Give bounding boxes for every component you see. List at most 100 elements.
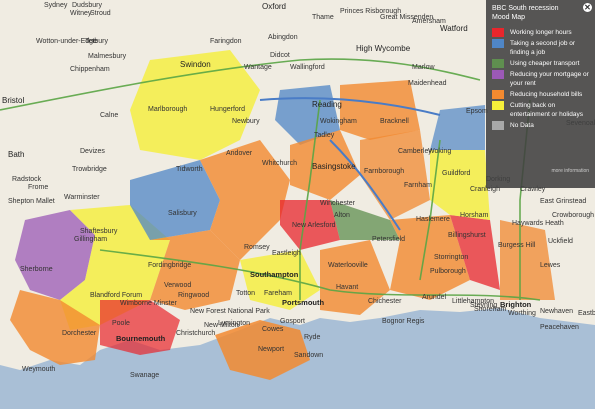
place-label: Faringdon <box>210 38 242 45</box>
legend-panel: ✕ BBC South recession Mood Map Working l… <box>486 0 595 188</box>
place-label: Dorchester <box>62 330 97 337</box>
place-label: Verwood <box>164 282 192 289</box>
place-label: Totton <box>236 290 256 297</box>
place-label: Havant <box>336 284 359 291</box>
place-label: Woking <box>428 148 452 155</box>
place-label: Sandown <box>294 352 324 359</box>
legend-item: Taking a second job or finding a job <box>492 39 589 57</box>
region-wokingham[interactable] <box>340 80 420 140</box>
legend-label: Reducing your mortgage or your rent <box>510 71 589 87</box>
place-label: Haywards Heath <box>512 220 564 227</box>
legend-item: No Data <box>492 121 589 130</box>
place-label: Whitchurch <box>262 160 298 167</box>
place-label: Cowes <box>262 326 284 333</box>
place-label: Farnborough <box>364 168 405 175</box>
place-label: Thame <box>312 14 334 21</box>
legend-swatch <box>492 121 504 130</box>
place-label: Shepton Mallet <box>8 198 55 205</box>
legend-label: Reducing household bills <box>510 91 583 98</box>
place-label: Uckfield <box>548 238 573 245</box>
place-label: Bognor Regis <box>382 318 425 325</box>
place-label: Horsham <box>460 212 489 219</box>
more-info-link[interactable]: more information <box>551 168 589 174</box>
place-label: Weymouth <box>22 366 56 373</box>
place-label: Ryde <box>304 334 321 341</box>
place-label: New Forest National Park <box>190 308 270 315</box>
place-label: Chippenham <box>70 66 110 73</box>
close-icon[interactable]: ✕ <box>583 3 592 12</box>
place-label: Storrington <box>434 254 469 261</box>
legend-label: Using cheaper transport <box>510 60 580 67</box>
legend-item: Using cheaper transport <box>492 59 589 68</box>
legend-swatch <box>492 59 504 68</box>
place-label: Petersfield <box>372 236 406 243</box>
place-label: Steyning <box>470 302 498 309</box>
place-label: Maidenhead <box>408 80 447 87</box>
place-label: Shaftesbury <box>80 228 118 235</box>
place-label: Guildford <box>442 170 471 177</box>
place-label: Calne <box>100 112 119 119</box>
place-label: Bournemouth <box>116 334 166 343</box>
place-label: Chichester <box>368 298 402 305</box>
legend-item: Reducing household bills <box>492 90 589 99</box>
place-label: New Arlesford <box>292 222 336 229</box>
place-label: Brighton <box>500 300 532 309</box>
place-label: Didcot <box>270 52 290 59</box>
place-label: Wimborne Minster <box>120 300 177 307</box>
place-label: Winchester <box>320 200 356 207</box>
place-label: Bristol <box>2 96 25 105</box>
place-label: Witney <box>70 10 92 17</box>
place-label: Portsmouth <box>282 298 325 307</box>
place-label: Gillingham <box>74 236 108 243</box>
place-label: Peacehaven <box>540 324 579 331</box>
place-label: Crowborough <box>552 212 595 219</box>
place-label: Stroud <box>90 10 111 17</box>
place-label: Arundel <box>422 294 447 301</box>
place-label: Reading <box>312 100 342 109</box>
legend-list: Working longer hours Taking a second job … <box>492 28 589 130</box>
place-label: East Grinstead <box>540 198 587 205</box>
place-label: Abingdon <box>268 34 298 41</box>
place-label: Eastbo <box>578 310 595 317</box>
place-label: High Wycombe <box>356 44 411 53</box>
place-label: Wokingham <box>320 118 357 125</box>
legend-label: No Data <box>510 122 534 129</box>
place-label: Bracknell <box>380 118 409 125</box>
place-label: Haslemere <box>416 216 450 223</box>
place-label: Bath <box>8 150 25 159</box>
legend-swatch <box>492 39 504 48</box>
place-label: Salisbury <box>168 210 197 217</box>
legend-label: Working longer hours <box>510 29 572 36</box>
place-label: Frome <box>28 184 49 191</box>
legend-swatch <box>492 101 504 110</box>
place-label: Newhaven <box>540 308 574 315</box>
place-label: Sydney <box>44 2 68 9</box>
place-label: Marlow <box>412 64 435 71</box>
place-label: Newbury <box>232 118 260 125</box>
legend-swatch <box>492 90 504 99</box>
place-label: Dudsbury <box>72 2 102 9</box>
place-label: Swanage <box>130 372 160 379</box>
place-label: Tadley <box>314 132 335 139</box>
place-label: Romsey <box>244 244 270 251</box>
place-label: Marlborough <box>148 106 188 113</box>
legend-item: Working longer hours <box>492 28 589 37</box>
place-label: Basingstoke <box>312 162 356 171</box>
legend-title: BBC South recession Mood Map <box>492 5 559 21</box>
place-label: Gosport <box>280 318 305 325</box>
legend-swatch <box>492 70 504 79</box>
place-label: Malmesbury <box>88 53 127 60</box>
legend-label: Taking a second job or finding a job <box>510 40 576 56</box>
place-label: Wantage <box>244 64 272 71</box>
place-label: Tetbury <box>85 38 108 45</box>
place-label: Worthing <box>508 310 536 317</box>
place-label: Fordingbridge <box>148 262 192 269</box>
place-label: Christchurch <box>176 330 216 337</box>
place-label: Devizes <box>80 148 105 155</box>
place-label: Oxford <box>262 2 287 11</box>
place-label: Trowbridge <box>72 166 107 173</box>
map-stage[interactable]: Sydney Dudsbury Witney Stroud Oxford Thame Pri… <box>0 0 595 409</box>
place-label: Camberley <box>398 148 432 155</box>
place-label: Ringwood <box>178 292 210 299</box>
place-label: Sherborne <box>20 266 53 273</box>
